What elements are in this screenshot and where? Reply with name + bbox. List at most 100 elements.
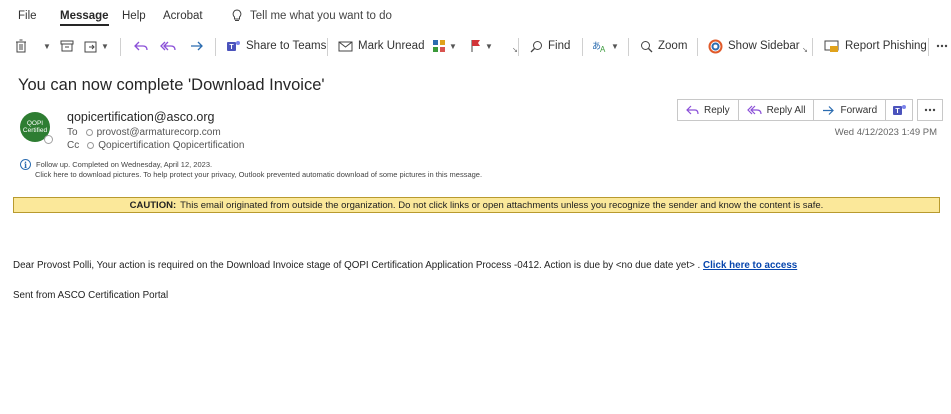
caution-label: CAUTION:	[129, 199, 177, 211]
svg-text:T: T	[895, 108, 900, 115]
more-icon	[924, 108, 936, 112]
menu-bar: File Message Help Acrobat Tell me what y…	[0, 0, 951, 30]
categorize-icon	[433, 40, 445, 52]
chevron-down-icon: ▼	[449, 41, 457, 51]
zoom-button[interactable]: Zoom	[640, 36, 687, 56]
trash-icon	[16, 39, 26, 53]
access-link[interactable]: Click here to access	[703, 260, 797, 271]
cc-label: Cc	[67, 140, 80, 151]
forward-arrow-icon	[191, 41, 203, 51]
more-actions-button[interactable]	[917, 99, 943, 121]
cc-recipient[interactable]: Qopicertification Qopicertification	[98, 140, 244, 151]
menu-file[interactable]: File	[18, 10, 37, 22]
forward-ribbon-button[interactable]	[190, 36, 204, 56]
report-phishing-button[interactable]: Report Phishing	[824, 36, 927, 56]
search-icon	[530, 40, 542, 52]
teams-icon: T	[892, 105, 906, 115]
message-subject: You can now complete 'Download Invoice'	[18, 76, 325, 94]
reply-all-ribbon-button[interactable]	[160, 36, 176, 56]
archive-button[interactable]	[60, 36, 74, 56]
tell-me-search[interactable]: Tell me what you want to do	[232, 9, 392, 22]
delete-button[interactable]	[15, 36, 27, 56]
svg-text:A: A	[600, 45, 606, 53]
body-text: Dear Provost Polli, Your action is requi…	[13, 260, 703, 271]
forward-button[interactable]: Forward	[814, 99, 887, 121]
report-phishing-label: Report Phishing	[845, 40, 927, 52]
mark-unread-button[interactable]: Mark Unread	[338, 36, 424, 56]
ribbon-divider	[327, 38, 328, 56]
chevron-down-icon[interactable]: ▼	[43, 36, 51, 56]
more-options-button[interactable]	[936, 36, 948, 56]
to-line: To provost@armaturecorp.com	[67, 127, 221, 138]
reply-icon	[686, 105, 699, 114]
download-pictures-notice[interactable]: Click here to download pictures. To help…	[35, 170, 482, 179]
follow-up-button[interactable]: ▼	[470, 36, 493, 56]
chevron-down-icon: ▼	[101, 41, 109, 51]
reply-all-icon	[746, 105, 762, 114]
reply-button[interactable]: Reply	[677, 99, 739, 121]
tell-me-text: Tell me what you want to do	[250, 9, 392, 22]
show-sidebar-label: Show Sidebar	[728, 40, 800, 52]
ribbon-divider	[928, 38, 929, 56]
dialog-launcher-icon[interactable]: ↘	[802, 46, 808, 54]
menu-help[interactable]: Help	[122, 10, 146, 22]
menu-acrobat[interactable]: Acrobat	[163, 10, 203, 22]
menu-message[interactable]: Message	[60, 10, 109, 26]
follow-up-text: Follow up. Completed on Wednesday, April…	[36, 160, 213, 169]
translate-button[interactable]: あA ▼	[592, 36, 619, 56]
show-sidebar-button[interactable]: Show Sidebar	[708, 36, 800, 56]
message-actions: Reply Reply All Forward	[677, 99, 887, 121]
ribbon-divider	[697, 38, 698, 56]
reply-ribbon-button[interactable]	[134, 36, 148, 56]
translate-icon: あA	[592, 41, 606, 53]
info-icon: i	[20, 159, 31, 170]
move-to-folder-icon	[84, 41, 97, 52]
message-signature: Sent from ASCO Certification Portal	[13, 290, 169, 301]
ribbon-divider	[120, 38, 121, 56]
presence-icon	[87, 142, 95, 149]
dialog-launcher-icon[interactable]: ↘	[512, 46, 518, 54]
sender-address[interactable]: qopicertification@asco.org	[67, 110, 215, 124]
caution-text: This email originated from outside the o…	[180, 199, 824, 211]
reply-all-icon	[160, 41, 176, 51]
reply-icon	[134, 41, 148, 51]
presence-indicator	[44, 135, 53, 144]
zoom-label: Zoom	[658, 40, 688, 52]
mark-unread-label: Mark Unread	[358, 40, 425, 52]
svg-text:T: T	[229, 44, 234, 51]
reply-label: Reply	[704, 104, 730, 116]
forward-label: Forward	[840, 104, 878, 116]
envelope-icon	[338, 41, 353, 52]
flag-icon	[471, 40, 480, 52]
forward-arrow-icon	[823, 105, 835, 115]
share-teams-action-button[interactable]: T	[885, 99, 913, 121]
share-to-teams-label: Share to Teams	[246, 40, 327, 52]
more-icon	[936, 44, 948, 48]
archive-icon	[60, 40, 74, 52]
ribbon-divider	[628, 38, 629, 56]
zoom-icon	[641, 40, 653, 52]
share-to-teams-button[interactable]: T Share to Teams	[226, 36, 326, 56]
ribbon-divider	[518, 38, 519, 56]
to-recipient[interactable]: provost@armaturecorp.com	[97, 127, 221, 138]
find-label: Find	[548, 40, 571, 52]
cc-line: Cc Qopicertification Qopicertification	[67, 140, 244, 151]
to-label: To	[67, 127, 78, 138]
reply-all-label: Reply All	[766, 104, 806, 116]
caution-banner: CAUTION: This email originated from outs…	[13, 197, 940, 213]
ribbon-divider	[582, 38, 583, 56]
chevron-down-icon: ▼	[485, 41, 493, 51]
ribbon-divider	[215, 38, 216, 56]
presence-icon	[85, 129, 93, 136]
message-date: Wed 4/12/2023 1:49 PM	[834, 127, 937, 138]
lightbulb-icon	[232, 9, 242, 21]
report-phishing-icon	[824, 40, 839, 52]
message-body: Dear Provost Polli, Your action is requi…	[13, 260, 797, 271]
find-button[interactable]: Find	[530, 36, 570, 56]
categorize-button[interactable]: ▼	[432, 36, 457, 56]
reply-all-button[interactable]: Reply All	[738, 99, 815, 121]
ribbon-divider	[812, 38, 813, 56]
follow-up-info: i Follow up. Completed on Wednesday, Apr…	[20, 159, 212, 170]
sidebar-icon	[708, 39, 723, 53]
move-button[interactable]: ▼	[84, 36, 109, 56]
